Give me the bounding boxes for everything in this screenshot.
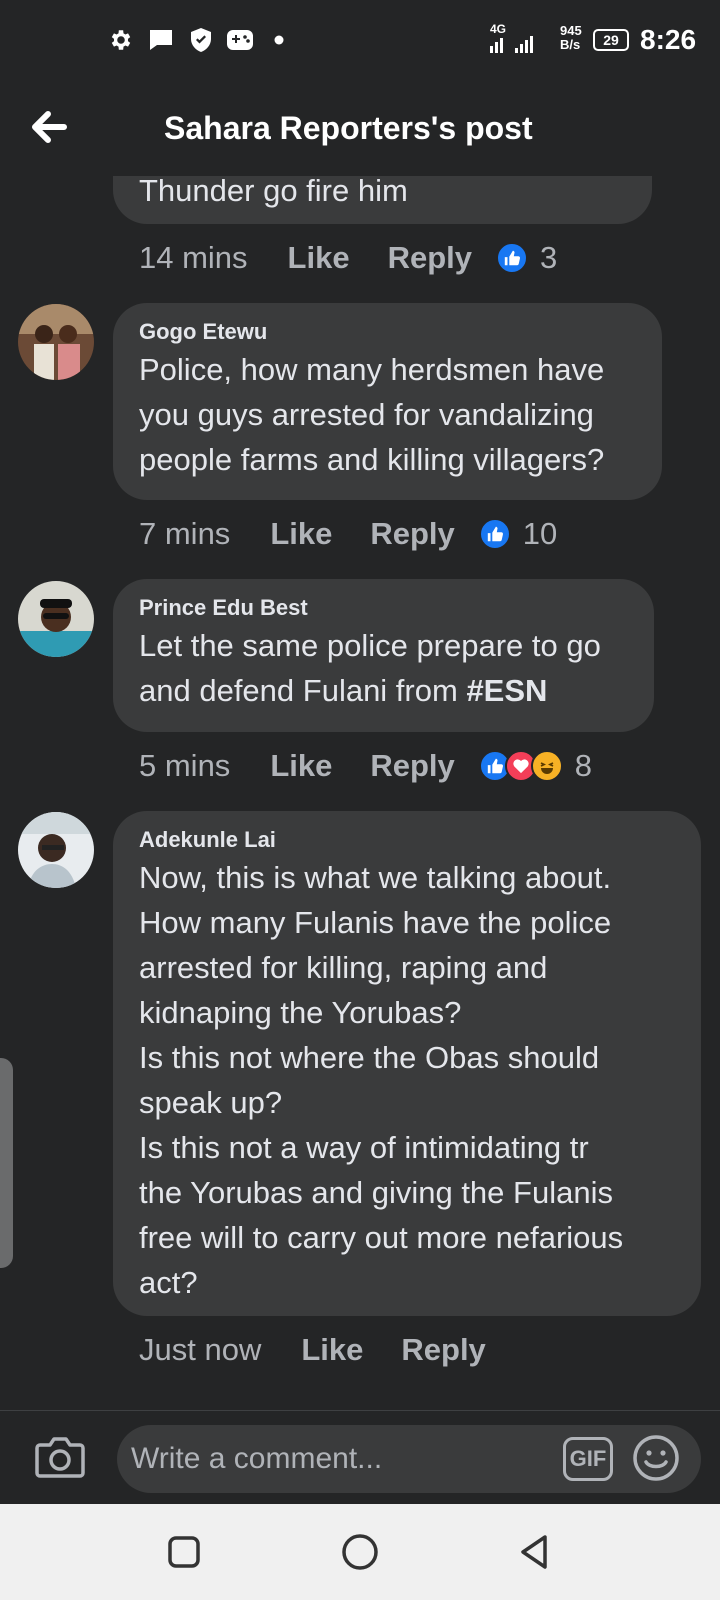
comment-text: Thunder go fire him <box>139 176 408 208</box>
comment-bubble[interactable]: Gogo Etewu Police, how many herdsmen hav… <box>113 303 662 500</box>
comment-text: Police, how many herdsmen have you guys … <box>139 352 605 477</box>
reply-button[interactable]: Reply <box>388 240 472 276</box>
recent-apps-icon[interactable] <box>164 1532 204 1572</box>
like-reaction-icon <box>478 518 511 550</box>
comment-author[interactable]: Prince Edu Best <box>139 595 626 621</box>
reply-button[interactable]: Reply <box>370 748 454 784</box>
status-bar: 4G 945 B/s 29 8:26 <box>0 0 720 84</box>
like-reaction-icon <box>496 242 528 274</box>
clock: 8:26 <box>640 24 697 55</box>
reaction-count: 10 <box>522 516 558 551</box>
avatar[interactable] <box>18 812 94 888</box>
avatar[interactable] <box>18 304 94 380</box>
comment-bubble[interactable]: Thunder go fire him <box>113 176 652 224</box>
back-icon[interactable] <box>515 1532 555 1572</box>
network-speed: 945 B/s <box>560 24 582 52</box>
edge-panel-handle[interactable] <box>0 1058 13 1268</box>
comment-time[interactable]: 7 mins <box>139 516 230 552</box>
system-nav-bar <box>0 1504 720 1600</box>
message-icon <box>147 26 175 54</box>
battery-icon: 29 <box>593 29 629 51</box>
haha-reaction-icon <box>530 750 563 782</box>
avatar[interactable] <box>18 581 94 657</box>
reaction-summary[interactable]: 3 <box>496 240 557 276</box>
like-button[interactable]: Like <box>288 240 350 276</box>
like-button[interactable]: Like <box>270 748 332 784</box>
gear-icon <box>107 26 135 54</box>
network-speed-value: 945 <box>560 23 582 38</box>
home-icon[interactable] <box>340 1532 380 1572</box>
signal-icon <box>489 34 541 59</box>
comment-bubble[interactable]: Adekunle Lai Now, this is what we talkin… <box>113 811 701 1316</box>
comment-text: Let the same police prepare to go and de… <box>139 623 626 713</box>
like-button[interactable]: Like <box>270 516 332 552</box>
network-speed-unit: B/s <box>560 37 581 52</box>
comment-actions: 5 mins Like Reply 8 <box>139 746 592 786</box>
comment-bubble[interactable]: Prince Edu Best Let the same police prep… <box>113 579 654 732</box>
header: Sahara Reporters's post <box>0 84 720 176</box>
comment-list[interactable]: Thunder go fire him 14 mins Like Reply 3… <box>0 176 720 1410</box>
reply-button[interactable]: Reply <box>370 516 454 552</box>
gif-button[interactable]: GIF <box>563 1437 613 1481</box>
reaction-summary[interactable]: 8 <box>478 748 593 784</box>
comment-author[interactable]: Adekunle Lai <box>139 827 673 853</box>
comment-composer: GIF <box>0 1410 720 1504</box>
back-arrow-icon[interactable] <box>24 102 74 152</box>
comment-author[interactable]: Gogo Etewu <box>139 319 634 345</box>
emoji-icon[interactable] <box>632 1434 680 1482</box>
camera-icon[interactable] <box>34 1433 86 1481</box>
reply-button[interactable]: Reply <box>401 1332 485 1368</box>
comment-time[interactable]: 5 mins <box>139 748 230 784</box>
comment-actions: 14 mins Like Reply 3 <box>139 238 557 278</box>
gamepad-icon <box>226 26 254 54</box>
shield-icon <box>187 26 215 54</box>
page-title: Sahara Reporters's post <box>164 110 533 146</box>
reaction-count: 8 <box>574 748 593 783</box>
reaction-count: 3 <box>540 240 558 275</box>
hashtag-link[interactable]: #ESN <box>466 673 547 708</box>
comment-input[interactable] <box>117 1425 701 1493</box>
battery-level: 29 <box>603 32 619 48</box>
comment-text: Now, this is what we talking about. How … <box>139 860 624 1300</box>
comment-time[interactable]: Just now <box>139 1332 261 1368</box>
comment-actions: Just now Like Reply <box>139 1330 524 1370</box>
comment-actions: 7 mins Like Reply 10 <box>139 514 557 554</box>
comment-time[interactable]: 14 mins <box>139 240 248 276</box>
dot-icon <box>265 26 293 54</box>
reaction-summary[interactable]: 10 <box>478 516 558 552</box>
like-button[interactable]: Like <box>301 1332 363 1368</box>
